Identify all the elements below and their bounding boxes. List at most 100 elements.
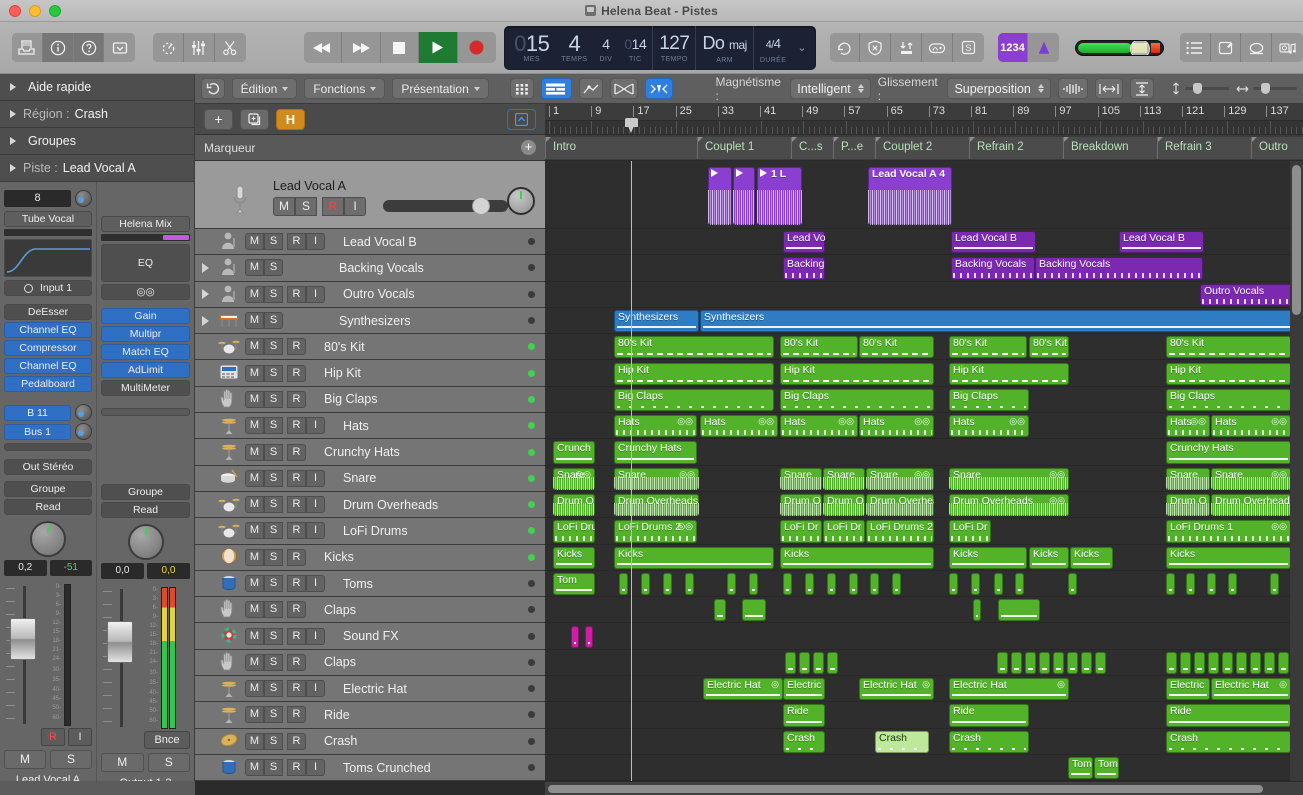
stereo-icon[interactable]: ◎◎ [101, 284, 190, 300]
track-volume-knob[interactable] [472, 197, 490, 215]
mute-button-b[interactable]: M [101, 753, 144, 772]
region[interactable] [1011, 652, 1022, 674]
region[interactable]: Electric [1166, 678, 1210, 700]
region[interactable] [1081, 652, 1092, 674]
track-header-lead-vocal-b[interactable]: MSRILead Vocal B [195, 229, 545, 255]
solo-button[interactable]: S [264, 654, 283, 671]
region[interactable]: Hats◎◎ [614, 415, 697, 437]
region[interactable] [1222, 652, 1233, 674]
record-enable-button[interactable]: R [287, 759, 306, 776]
track-header-crash[interactable]: MSRCrash [195, 729, 545, 755]
region[interactable] [949, 573, 958, 595]
region[interactable]: LoFi Drums 2 [866, 520, 934, 542]
region[interactable] [708, 167, 732, 225]
region[interactable] [1208, 652, 1219, 674]
region[interactable]: Outro Vocals [1200, 284, 1303, 306]
count-badge[interactable]: 1234 [998, 33, 1029, 62]
region[interactable] [1166, 573, 1175, 595]
region[interactable]: Lead Vocal A 4 [868, 167, 952, 225]
help-icon[interactable] [74, 33, 105, 62]
region[interactable] [714, 599, 726, 621]
input-monitor-button[interactable]: I [306, 417, 325, 434]
solo-button[interactable]: S [264, 233, 283, 250]
playhead-handle[interactable] [625, 118, 638, 134]
notes-icon[interactable] [1211, 33, 1242, 62]
region[interactable]: Big Claps [949, 389, 1029, 411]
record-enable-button[interactable]: R [287, 496, 306, 513]
track-disclosure[interactable] [195, 316, 215, 326]
region[interactable] [742, 599, 766, 621]
track-header-selected[interactable]: Lead Vocal A M S R I [195, 161, 545, 229]
region[interactable] [785, 652, 796, 674]
region[interactable] [733, 167, 755, 225]
flex-icon[interactable] [610, 78, 638, 99]
region[interactable]: Crash [949, 731, 1029, 753]
track-header-outro-vocals[interactable]: MSRIOutro Vocals [195, 282, 545, 308]
plugin-slot[interactable]: Compressor [4, 340, 92, 356]
region[interactable] [783, 573, 792, 595]
grid-view-icon[interactable] [510, 78, 534, 99]
lcd-bars[interactable]: 015 MES [508, 26, 555, 70]
send-slot-empty[interactable] [4, 443, 92, 451]
disclosure-triangle-icon[interactable] [10, 83, 16, 91]
region[interactable]: Hip Kit [1166, 363, 1291, 385]
region[interactable] [1270, 573, 1279, 595]
solo-button[interactable]: S [295, 197, 317, 216]
track-config-icon[interactable] [507, 109, 536, 130]
region[interactable]: LoFi Dr [949, 520, 991, 542]
region[interactable]: Drum Overheads◎◎ [949, 494, 1069, 516]
marker[interactable]: Couplet 1 [697, 137, 791, 159]
region[interactable] [827, 652, 838, 674]
record-enable-button[interactable]: R [287, 680, 306, 697]
region[interactable]: Snare [780, 468, 822, 490]
record-enable-a[interactable]: R [41, 728, 65, 746]
region-play-icon[interactable] [760, 169, 767, 177]
solo-button[interactable]: S [264, 759, 283, 776]
inspector-icon[interactable] [104, 33, 135, 62]
menu-fonctions[interactable]: Fonctions [304, 78, 385, 99]
channel-input-a[interactable]: Input 1 [4, 280, 92, 296]
region[interactable] [1180, 652, 1191, 674]
region[interactable]: LoFi Drums 2◎◎ [614, 520, 697, 542]
solo-button[interactable]: S [264, 391, 283, 408]
solo-button[interactable]: S [264, 628, 283, 645]
mute-button[interactable]: M [245, 444, 264, 461]
region[interactable]: Electric Hat◎ [859, 678, 934, 700]
track-disclosure[interactable] [195, 263, 215, 273]
region[interactable]: Synthesizers [700, 310, 1303, 332]
bounce-button[interactable]: Bnce [144, 731, 190, 749]
loops-icon[interactable] [1241, 33, 1272, 62]
region-play-icon[interactable] [736, 169, 743, 177]
region[interactable]: Hats◎◎ [1166, 415, 1210, 437]
track-lane[interactable] [545, 755, 1303, 781]
region[interactable] [1278, 652, 1289, 674]
track-header-hip-kit[interactable]: MSRHip Kit [195, 360, 545, 386]
channel-group-b[interactable]: Groupe [101, 484, 190, 500]
punch-icon[interactable] [891, 33, 922, 62]
plugin-slot[interactable]: Gain [101, 308, 190, 324]
region[interactable]: LoFi Dru [553, 520, 595, 542]
marker[interactable]: Refrain 2 [969, 137, 1063, 159]
region[interactable]: Electric [783, 678, 825, 700]
region[interactable]: Hats◎◎ [700, 415, 778, 437]
region[interactable] [619, 573, 628, 595]
channel-setting-a[interactable]: Tube Vocal [4, 211, 92, 227]
pan-knob-b[interactable] [128, 524, 164, 560]
disclosure-triangle-icon[interactable] [10, 137, 16, 145]
volume-fader-b[interactable] [101, 587, 139, 729]
track-header-ride[interactable]: MSRRide [195, 702, 545, 728]
region[interactable]: Hats◎◎ [1211, 415, 1291, 437]
mute-button[interactable]: M [245, 680, 264, 697]
send-knob[interactable] [75, 404, 92, 421]
send-knob[interactable] [75, 423, 92, 440]
disclosure-triangle-icon[interactable] [202, 316, 209, 326]
tuner-icon[interactable] [1028, 33, 1059, 62]
region[interactable] [1015, 573, 1024, 595]
drag-popup[interactable]: Superposition [947, 78, 1050, 99]
marker[interactable]: P...e [833, 137, 875, 159]
zoom-vertical-track[interactable] [1185, 87, 1229, 90]
region[interactable]: Kicks [614, 547, 774, 569]
mute-button[interactable]: M [245, 391, 264, 408]
track-header-crunchy-hats[interactable]: MSRCrunchy Hats [195, 439, 545, 465]
region[interactable]: Snare◎◎ [553, 468, 595, 490]
